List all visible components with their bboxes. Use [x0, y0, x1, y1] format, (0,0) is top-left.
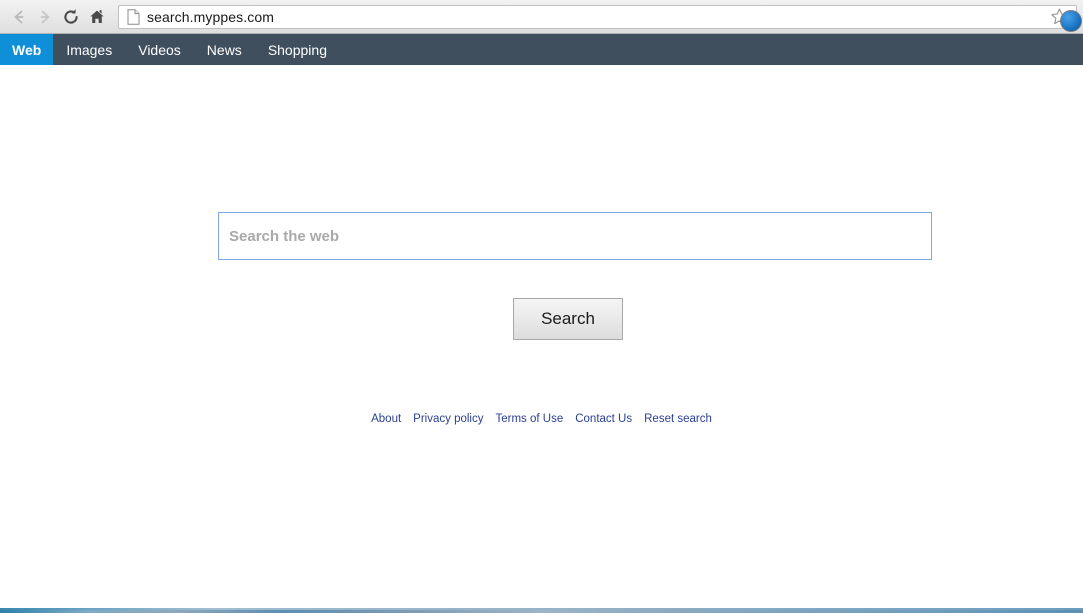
bottom-accent-bar [0, 608, 1083, 613]
home-button[interactable] [84, 4, 110, 30]
nav-tab-news-label: News [206, 41, 242, 58]
back-arrow-icon [9, 7, 29, 27]
home-icon [87, 7, 107, 27]
nav-tab-videos[interactable]: Videos [125, 34, 194, 65]
nav-tab-web-label: Web [12, 41, 42, 58]
nav-tab-images-label: Images [66, 41, 113, 58]
footer-link-about[interactable]: About [371, 413, 401, 425]
footer-link-contact-us[interactable]: Contact Us [575, 413, 632, 425]
address-bar[interactable]: search.myppes.com [118, 4, 1082, 32]
extension-circle-icon[interactable] [1060, 9, 1082, 32]
page-document-icon [127, 8, 140, 25]
search-input[interactable] [218, 212, 932, 260]
footer-link-privacy-policy[interactable]: Privacy policy [413, 413, 483, 425]
search-button[interactable]: Search [513, 298, 623, 340]
site-nav-bar: Web Images Videos News Shopping [0, 34, 1083, 65]
forward-button[interactable] [32, 4, 58, 30]
nav-tab-web[interactable]: Web [0, 34, 54, 65]
nav-tab-videos-label: Videos [138, 41, 181, 58]
footer-link-reset-search[interactable]: Reset search [644, 413, 712, 425]
reload-button[interactable] [58, 4, 84, 30]
nav-tab-images[interactable]: Images [53, 34, 125, 65]
nav-tab-shopping[interactable]: Shopping [255, 34, 340, 65]
page-content: Search About Privacy policy Terms of Use… [0, 65, 1083, 613]
back-button[interactable] [6, 4, 32, 30]
browser-toolbar: search.myppes.com [0, 0, 1083, 34]
footer-links: About Privacy policy Terms of Use Contac… [0, 413, 1083, 425]
forward-arrow-icon [35, 7, 55, 27]
bottom-accent-sheen [0, 608, 1083, 610]
nav-tab-shopping-label: Shopping [267, 41, 327, 58]
reload-icon [61, 7, 81, 27]
url-text: search.myppes.com [147, 8, 274, 25]
nav-tab-news[interactable]: News [194, 34, 255, 65]
footer-link-terms-of-use[interactable]: Terms of Use [495, 413, 563, 425]
